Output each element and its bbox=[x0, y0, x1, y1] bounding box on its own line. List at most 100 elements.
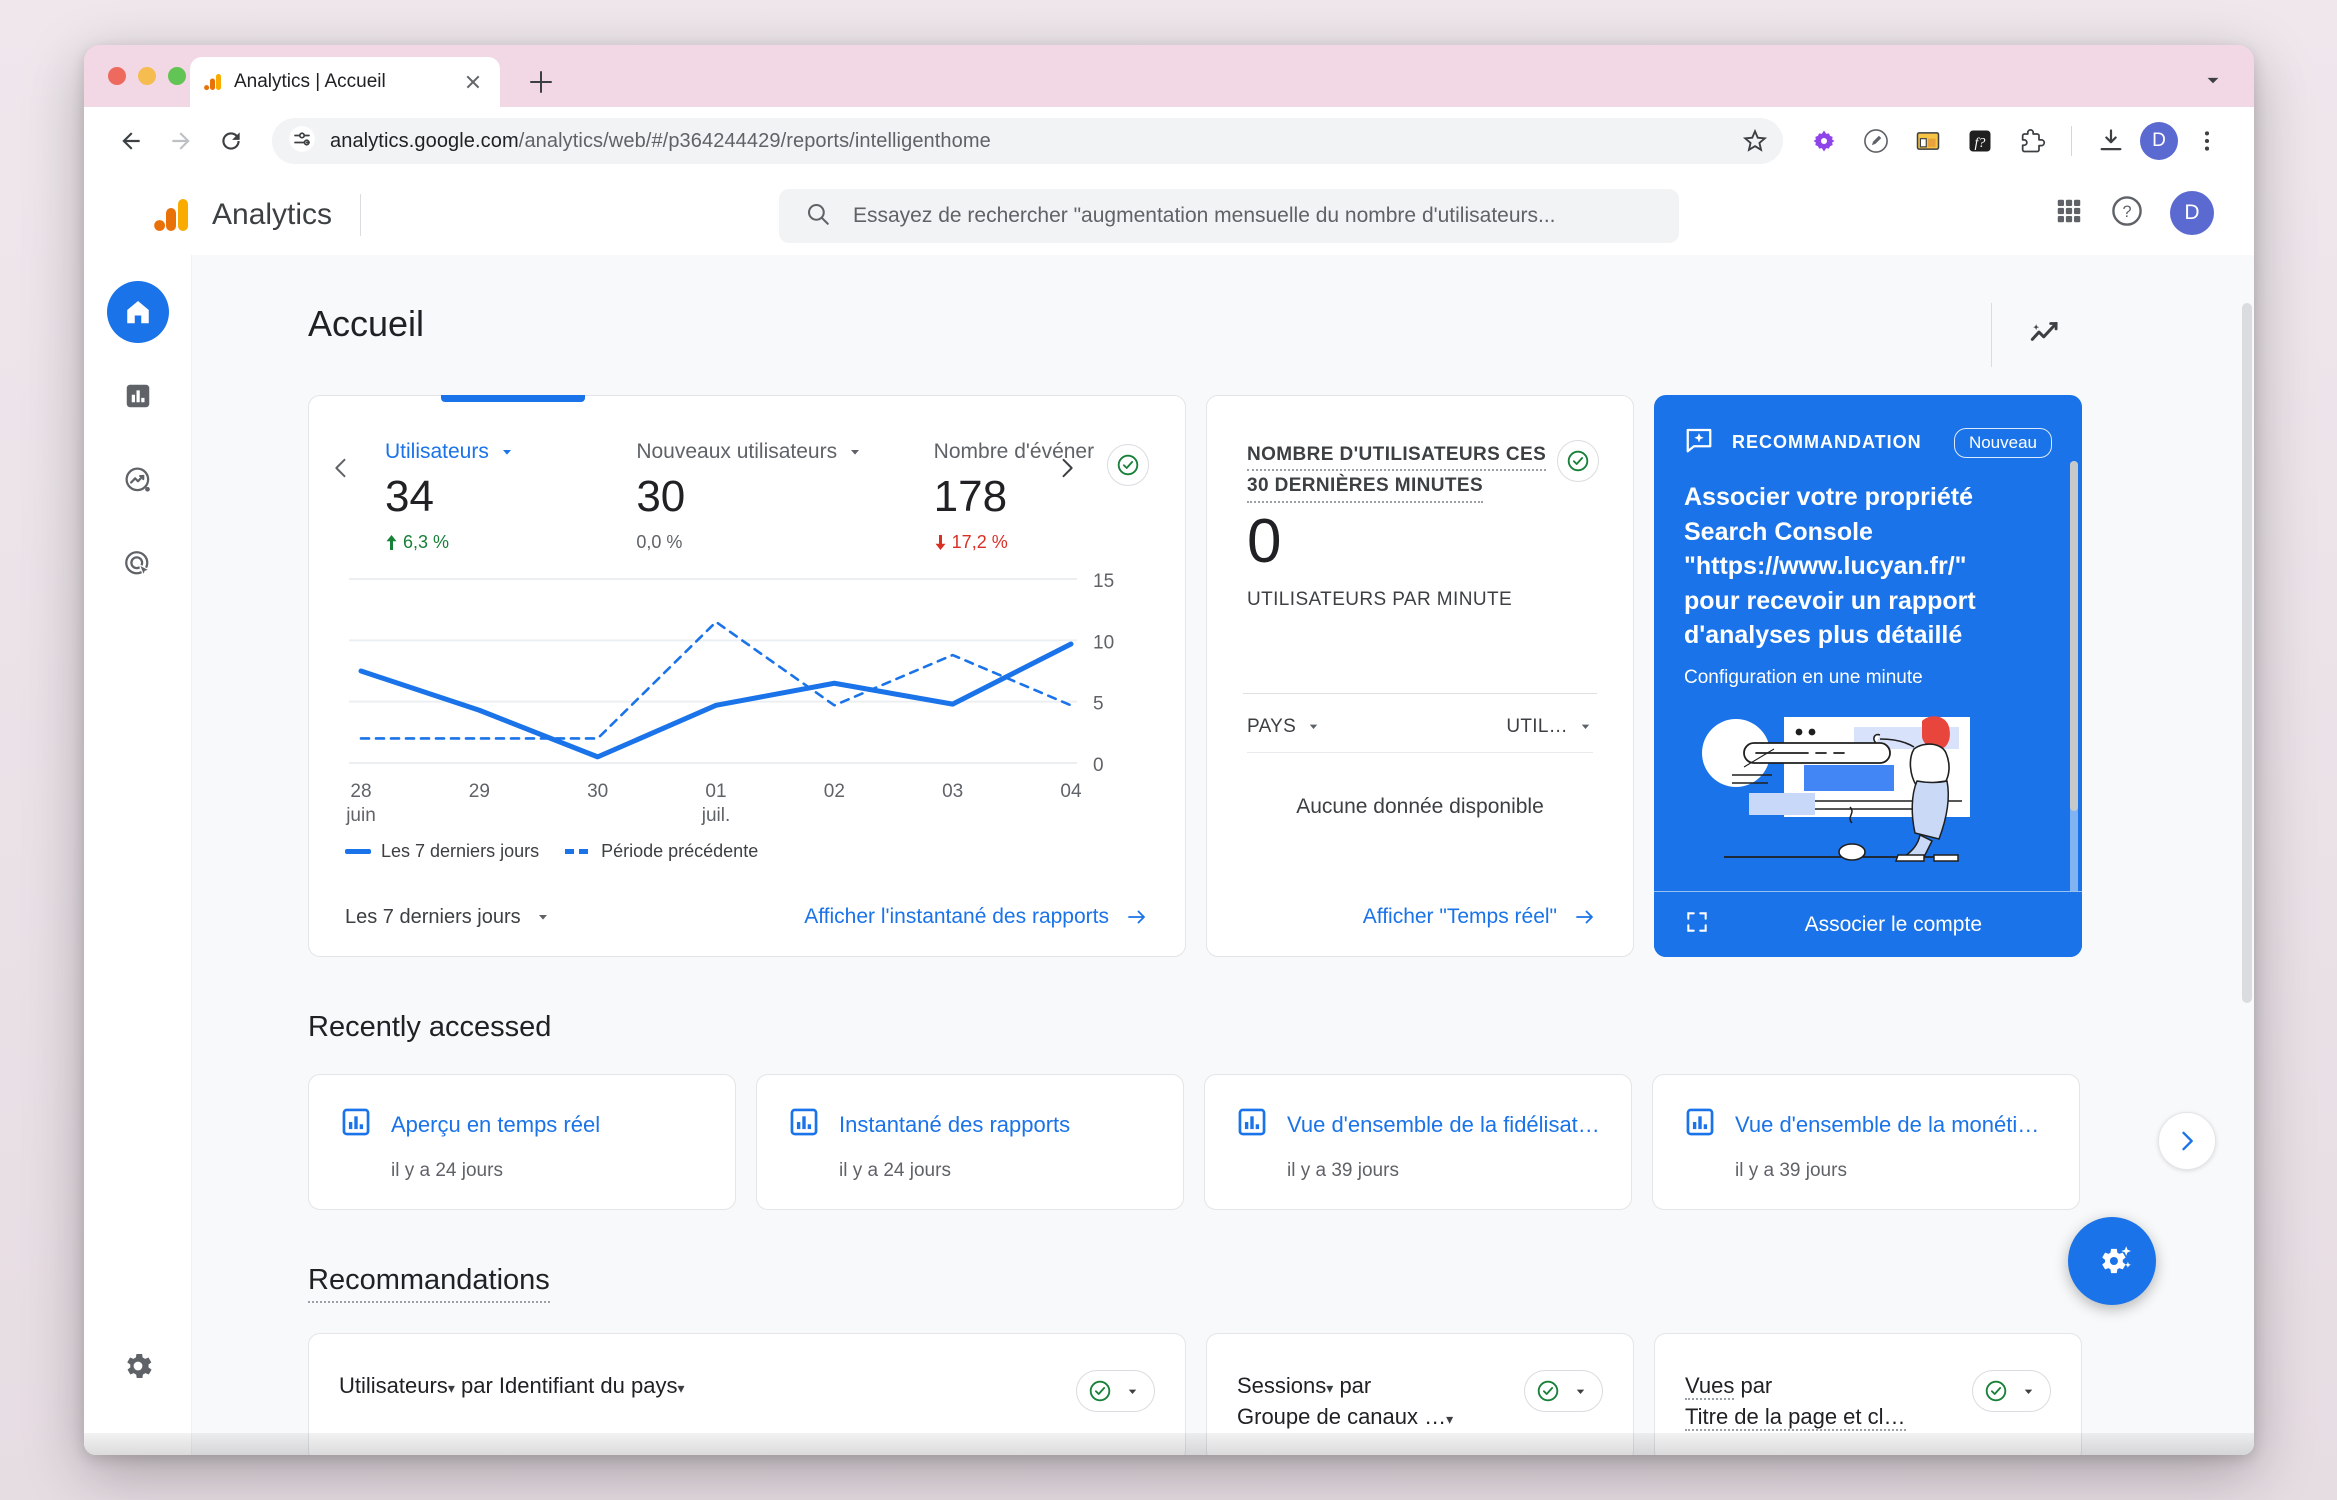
recommendation-action-bar[interactable]: Associer le compte bbox=[1654, 891, 2082, 957]
view-reports-snapshot-link[interactable]: Afficher l'instantané des rapports bbox=[804, 905, 1149, 929]
chevron-down-icon[interactable]: ▾ bbox=[1326, 1380, 1333, 1396]
sidebar-item-reports[interactable] bbox=[107, 365, 169, 427]
recommendation-scrollbar[interactable] bbox=[2070, 461, 2078, 913]
next-metric-icon[interactable] bbox=[1053, 454, 1081, 487]
user-avatar[interactable]: D bbox=[2170, 191, 2214, 235]
sidebar-item-home[interactable] bbox=[106, 281, 169, 343]
page-title: Accueil bbox=[308, 303, 425, 344]
reload-button[interactable] bbox=[208, 118, 254, 164]
tile-dimension[interactable]: Titre de la page et cl… bbox=[1685, 1404, 1906, 1432]
tile-metric[interactable]: Sessions bbox=[1237, 1373, 1326, 1398]
svg-text:juin: juin bbox=[345, 805, 376, 826]
app-title: Analytics bbox=[212, 198, 333, 231]
minimize-window-button[interactable] bbox=[138, 67, 156, 85]
list-item-label[interactable]: Vue d'ensemble de la fidélisation bbox=[1287, 1112, 1601, 1138]
metric-label[interactable]: Utilisateurs bbox=[385, 440, 636, 464]
main-content: Accueil Utilisateurs 34 6,3 % Nouveaux u… bbox=[192, 255, 2254, 1455]
extension-pencil-circle-icon[interactable] bbox=[1853, 118, 1899, 164]
sidebar-item-advertising[interactable] bbox=[107, 533, 169, 595]
recommendation-tile-title: Utilisateurs▾ par Identifiant du pays▾ bbox=[339, 1370, 1076, 1401]
metric-delta: 6,3 % bbox=[385, 532, 636, 553]
tile-metric[interactable]: Utilisateurs bbox=[339, 1373, 448, 1398]
list-item-label[interactable]: Instantané des rapports bbox=[839, 1112, 1070, 1138]
chart-legend: Les 7 derniers jours Période précédente bbox=[309, 833, 1185, 862]
users-trend-chart: 0 5 10 15 28 juin 29 30 01 juil. 02 03 04 bbox=[331, 563, 1163, 833]
svg-text:5: 5 bbox=[1093, 694, 1104, 715]
recommendation-card[interactable]: RECOMMANDATION Nouveau Associer votre pr… bbox=[1654, 395, 2082, 957]
svg-text:28: 28 bbox=[350, 781, 371, 802]
tile-dimension[interactable]: Groupe de canaux … bbox=[1237, 1404, 1446, 1429]
back-button[interactable] bbox=[108, 118, 154, 164]
previous-metric-icon[interactable] bbox=[327, 454, 355, 487]
browser-tab[interactable]: Analytics | Accueil bbox=[190, 57, 500, 107]
list-item[interactable]: Vue d'ensemble de la fidélisation il y a… bbox=[1204, 1074, 1632, 1210]
list-item[interactable]: Instantané des rapports il y a 24 jours bbox=[756, 1074, 1184, 1210]
site-settings-icon[interactable] bbox=[288, 125, 316, 158]
recently-accessed-next-button[interactable] bbox=[2158, 1112, 2216, 1170]
recommendation-subtitle: Configuration en une minute bbox=[1684, 666, 1923, 688]
date-range-select[interactable]: Les 7 derniers jours bbox=[345, 906, 551, 929]
metric-users[interactable]: Utilisateurs 34 6,3 % bbox=[385, 440, 636, 553]
downloads-icon[interactable] bbox=[2088, 118, 2134, 164]
chevron-down-icon[interactable]: ▾ bbox=[677, 1380, 684, 1396]
new-tab-button[interactable] bbox=[524, 65, 558, 99]
help-icon[interactable]: ? bbox=[2110, 194, 2144, 233]
tile-by: par bbox=[1339, 1373, 1372, 1398]
insights-sparkline-icon[interactable] bbox=[2026, 314, 2064, 357]
insight-check-badge[interactable] bbox=[1107, 444, 1149, 486]
list-item-timestamp: il y a 24 jours bbox=[391, 1160, 503, 1181]
svg-text:?: ? bbox=[2122, 203, 2131, 221]
chevron-down-icon[interactable]: ▾ bbox=[448, 1380, 455, 1396]
recommendation-scroll-thumb[interactable] bbox=[2070, 461, 2078, 811]
assistant-fab-button[interactable] bbox=[2068, 1217, 2156, 1305]
tab-list-chevron-down-icon[interactable] bbox=[2200, 67, 2226, 98]
tile-controls[interactable] bbox=[1076, 1370, 1155, 1412]
tile-controls[interactable] bbox=[1972, 1370, 2051, 1412]
realtime-sublabel: UTILISATEURS PAR MINUTE bbox=[1247, 588, 1513, 610]
apps-grid-icon[interactable] bbox=[2054, 196, 2084, 231]
close-tab-icon[interactable] bbox=[460, 69, 486, 95]
extensions-puzzle-icon[interactable] bbox=[2009, 118, 2055, 164]
window-controls[interactable] bbox=[108, 67, 186, 85]
search-input[interactable]: Essayez de rechercher "augmentation mens… bbox=[779, 189, 1679, 243]
toolbar-divider bbox=[2071, 126, 2072, 156]
overview-card: Utilisateurs 34 6,3 % Nouveaux utilisate… bbox=[308, 395, 1186, 957]
tile-dimension[interactable]: Identifiant du pays bbox=[499, 1373, 678, 1398]
link-account-button[interactable]: Associer le compte bbox=[1805, 913, 2052, 937]
page-scrollbar[interactable] bbox=[2240, 255, 2254, 1455]
sidebar-item-explore[interactable] bbox=[107, 449, 169, 511]
realtime-check-badge[interactable] bbox=[1557, 440, 1599, 482]
metric-new-users[interactable]: Nouveaux utilisateurs 30 0,0 % bbox=[636, 440, 887, 553]
realtime-column-country[interactable]: PAYS bbox=[1247, 716, 1321, 738]
report-chart-icon bbox=[1683, 1105, 1717, 1144]
chrome-menu-icon[interactable] bbox=[2184, 118, 2230, 164]
bookmark-star-icon[interactable] bbox=[1741, 126, 1769, 159]
maximize-window-button[interactable] bbox=[168, 67, 186, 85]
extension-gear-purple-icon[interactable] bbox=[1801, 118, 1847, 164]
page-scroll-thumb[interactable] bbox=[2242, 303, 2252, 1003]
metric-label[interactable]: Nouveaux utilisateurs bbox=[636, 440, 887, 464]
extension-fn-icon[interactable]: f? bbox=[1957, 118, 2003, 164]
forward-button[interactable] bbox=[158, 118, 204, 164]
tab-strip: Analytics | Accueil bbox=[84, 45, 2254, 107]
realtime-column-users[interactable]: UTIL… bbox=[1506, 716, 1593, 738]
list-item-label[interactable]: Aperçu en temps réel bbox=[391, 1112, 600, 1138]
close-window-button[interactable] bbox=[108, 67, 126, 85]
tab-title: Analytics | Accueil bbox=[234, 71, 386, 92]
metric-value: 34 bbox=[384, 472, 434, 521]
chevron-down-icon[interactable]: ▾ bbox=[1446, 1411, 1453, 1427]
tile-metric[interactable]: Vues bbox=[1685, 1373, 1735, 1400]
insights-divider bbox=[1991, 303, 1992, 367]
browser-profile-avatar[interactable]: D bbox=[2140, 122, 2178, 160]
list-item[interactable]: Aperçu en temps réel il y a 24 jours bbox=[308, 1074, 736, 1210]
recently-accessed-title: Recently accessed bbox=[308, 1011, 552, 1043]
sidebar-item-admin[interactable] bbox=[107, 1335, 169, 1397]
tile-controls[interactable] bbox=[1524, 1370, 1603, 1412]
list-item[interactable]: Vue d'ensemble de la monétisat… il y a 3… bbox=[1652, 1074, 2080, 1210]
address-bar[interactable]: analytics.google.com/analytics/web/#/p36… bbox=[272, 118, 1783, 164]
expand-icon[interactable] bbox=[1684, 909, 1710, 940]
view-realtime-link[interactable]: Afficher "Temps réel" bbox=[1363, 905, 1597, 929]
list-item-label[interactable]: Vue d'ensemble de la monétisat… bbox=[1735, 1112, 2049, 1138]
recommendations-title: Recommandations bbox=[308, 1264, 550, 1303]
extension-window-icon[interactable] bbox=[1905, 118, 1951, 164]
